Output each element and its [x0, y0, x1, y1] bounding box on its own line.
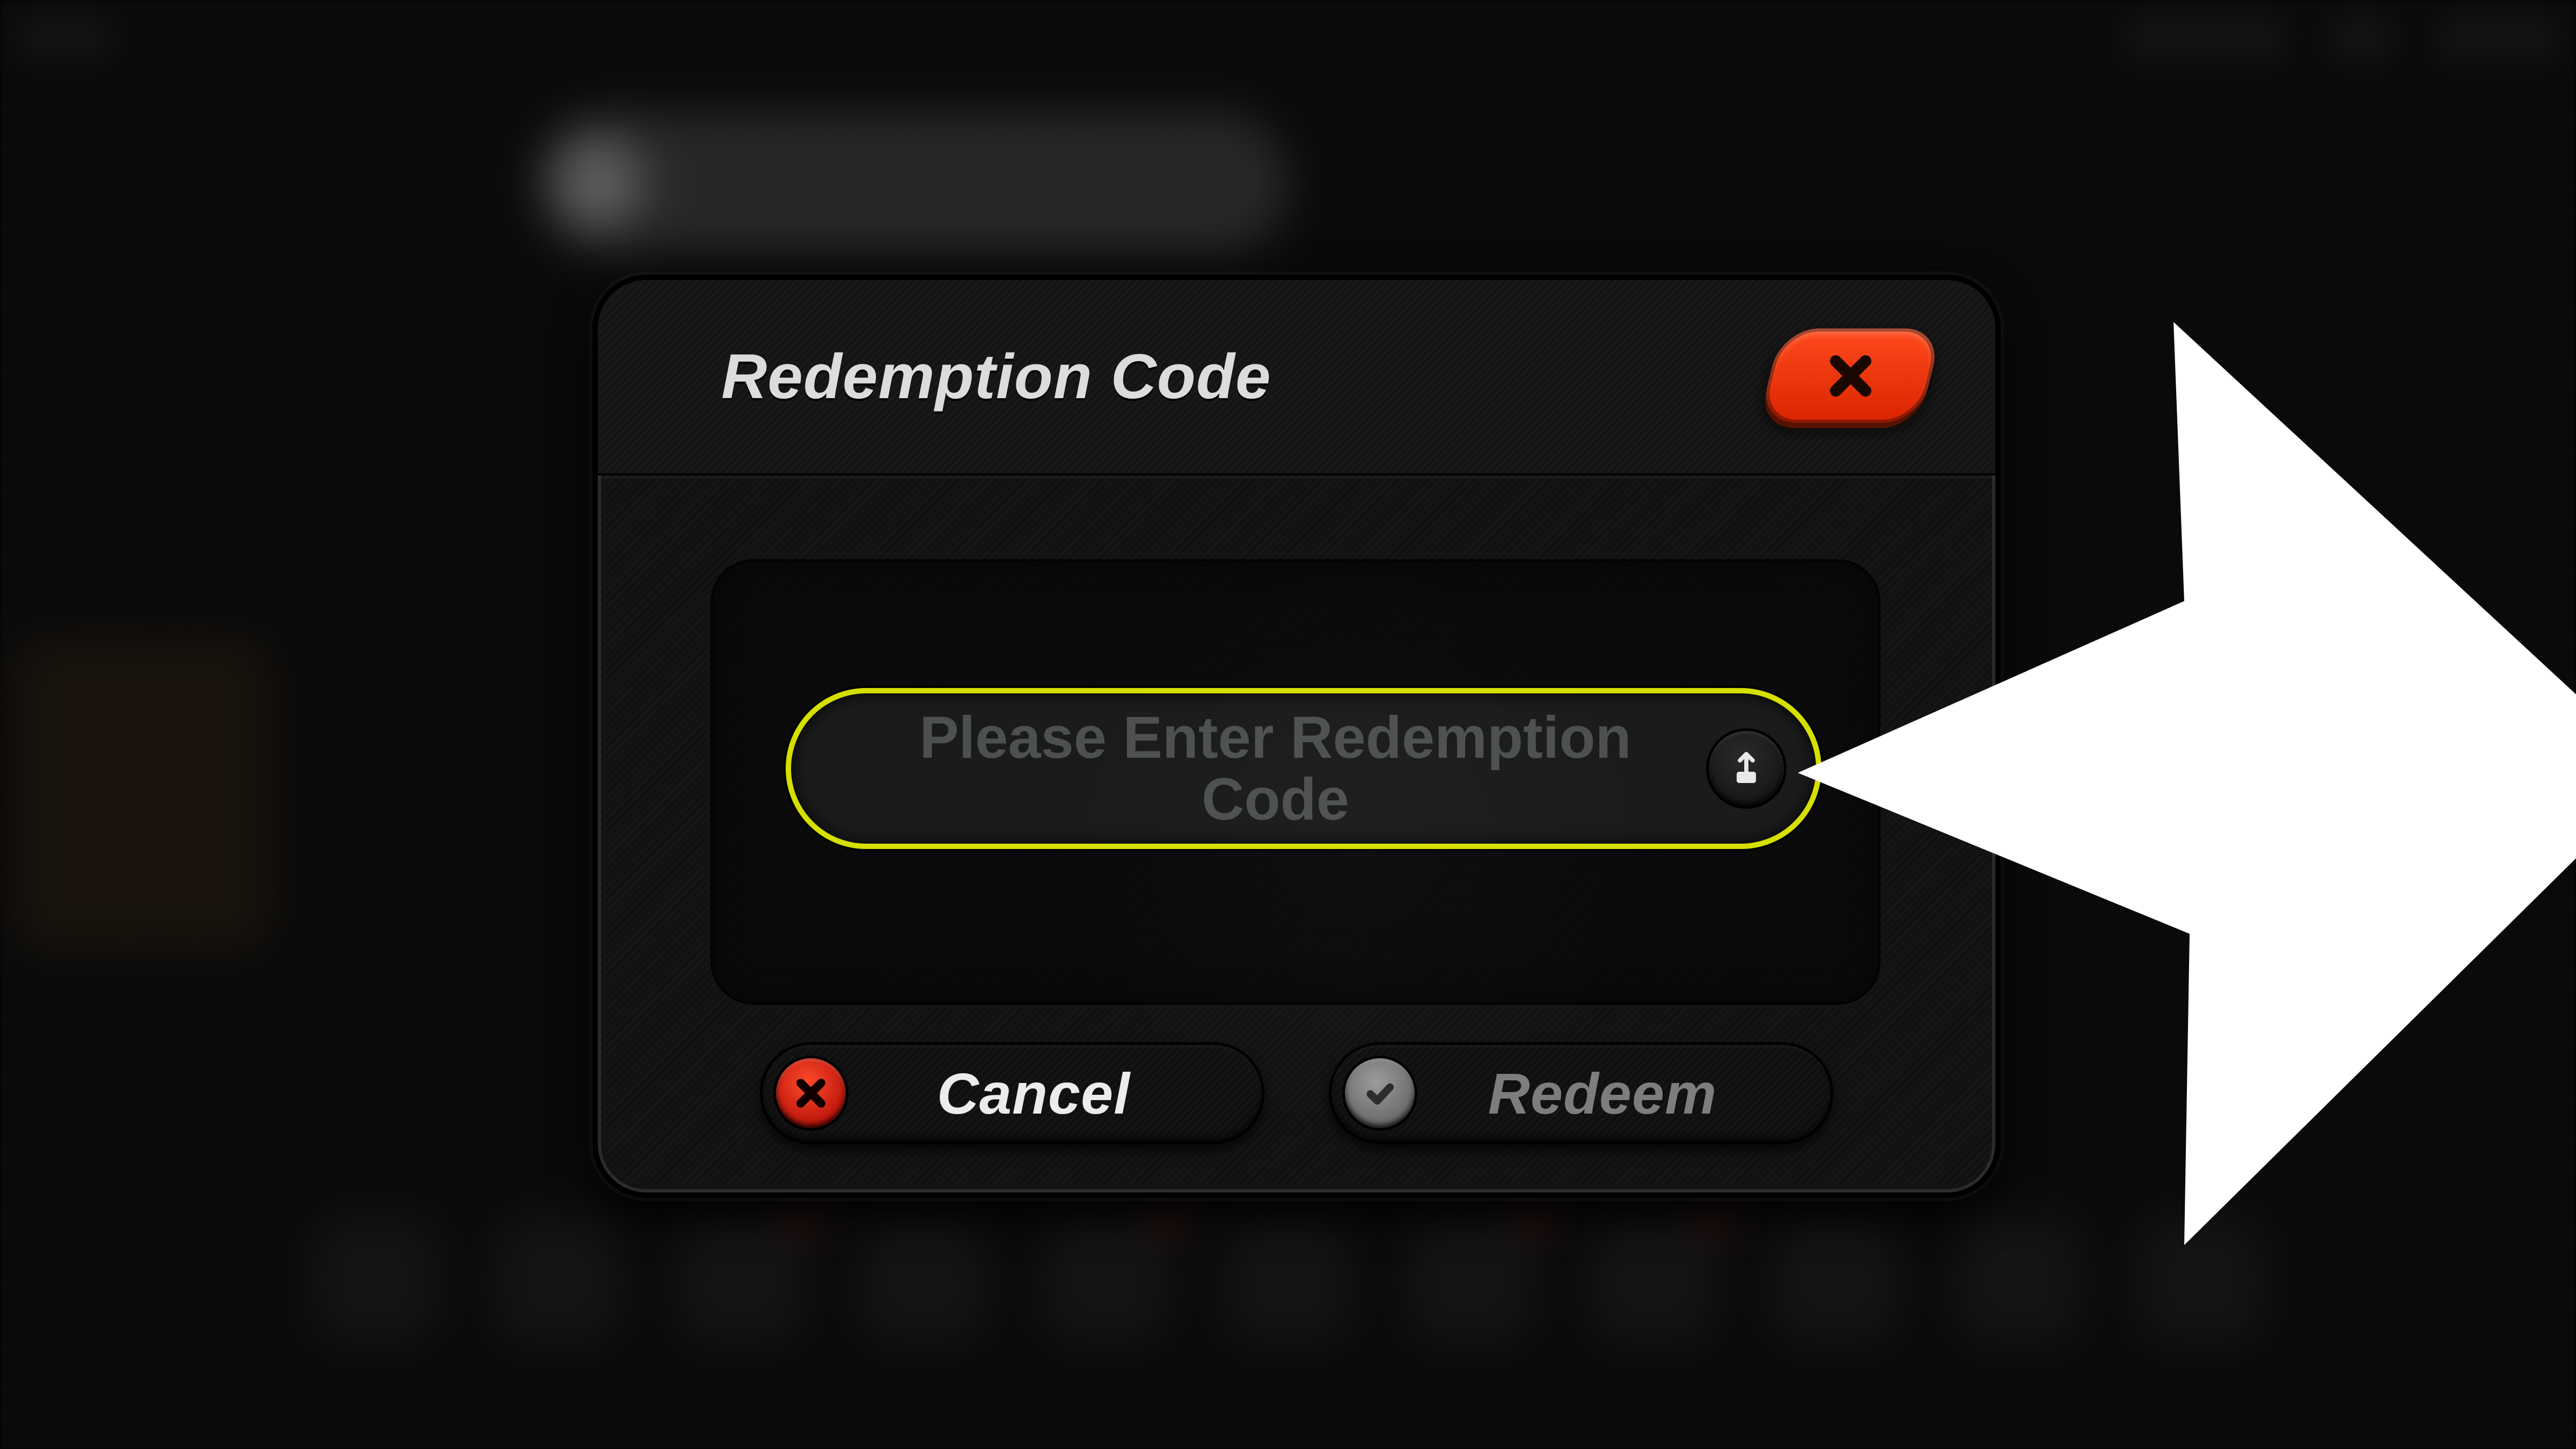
redeem-label: Redeem	[1415, 1060, 1833, 1127]
dialog-actions: Cancel Redeem	[598, 1042, 1995, 1144]
cancel-button[interactable]: Cancel	[760, 1042, 1264, 1144]
redemption-code-input[interactable]: Please Enter Redemption Code	[786, 688, 1821, 849]
dialog-title: Redemption Code	[721, 340, 1271, 413]
paste-button[interactable]	[1706, 728, 1787, 809]
dialog-body: Please Enter Redemption Code Cancel	[598, 473, 1995, 1192]
paste-icon	[1727, 749, 1766, 788]
redeem-button[interactable]: Redeem	[1329, 1042, 1833, 1144]
dialog-header: Redemption Code	[598, 280, 1995, 475]
redemption-code-dialog: Redemption Code Please Enter Redemption …	[592, 275, 2001, 1198]
redemption-code-placeholder: Please Enter Redemption Code	[791, 707, 1706, 831]
close-icon	[1825, 350, 1876, 401]
confirm-icon	[1345, 1058, 1415, 1128]
cancel-label: Cancel	[846, 1060, 1264, 1127]
cancel-icon	[776, 1058, 846, 1128]
close-button[interactable]	[1758, 328, 1943, 423]
